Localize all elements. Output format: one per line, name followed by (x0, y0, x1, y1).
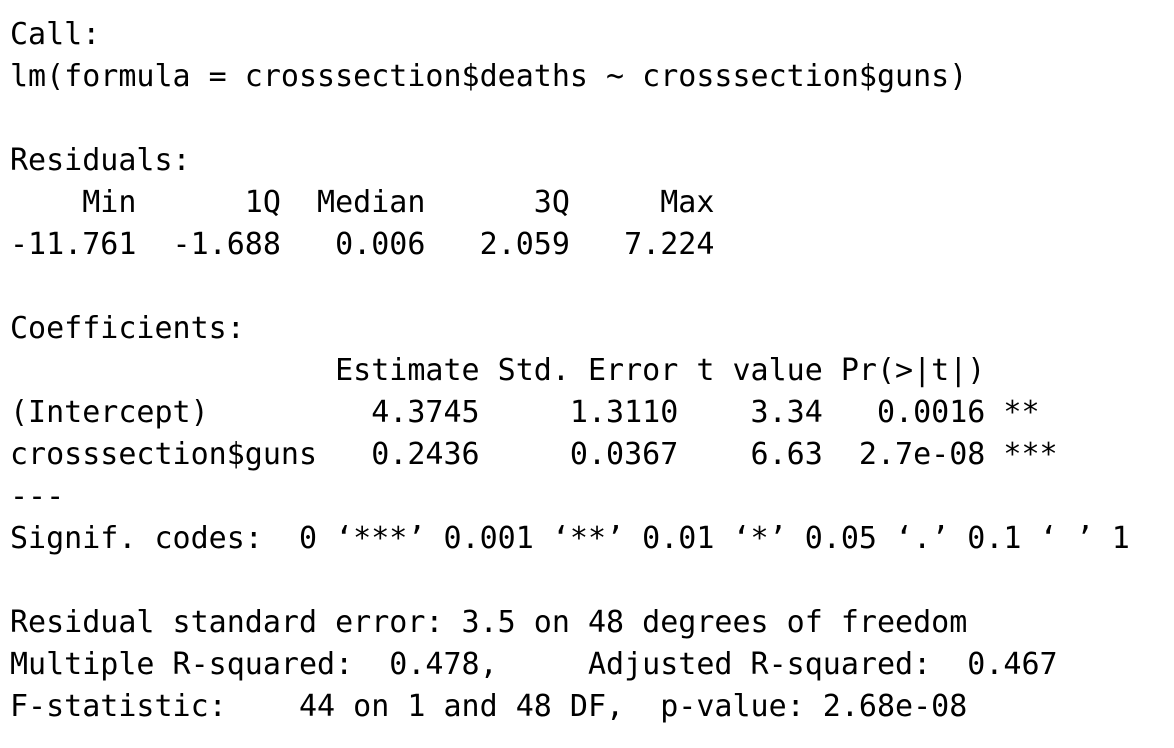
call-header: Call: (10, 17, 101, 52)
call-formula: lm(formula = crosssection$deaths ~ cross… (10, 59, 968, 94)
coef-guns-row: crosssection$guns 0.2436 0.0367 6.63 2.7… (10, 437, 1058, 472)
separator-line: --- (10, 479, 65, 514)
coefficients-header: Coefficients: (10, 311, 245, 346)
coef-column-header-row: Estimate Std. Error t value Pr(>|t|) (10, 353, 1058, 388)
r-squared-line: Multiple R-squared: 0.478, Adjusted R-sq… (10, 647, 1076, 682)
residual-std-error-line: Residual standard error: 3.5 on 48 degre… (10, 605, 968, 640)
residuals-values-row: -11.761 -1.688 0.006 2.059 7.224 (10, 227, 733, 262)
residuals-labels-row: Min 1Q Median 3Q Max (10, 185, 733, 220)
residuals-header: Residuals: (10, 143, 191, 178)
f-statistic-line: F-statistic: 44 on 1 and 48 DF, p-value:… (10, 689, 968, 724)
r-console-output: Call: lm(formula = crosssection$deaths ~ … (10, 14, 1130, 728)
coef-intercept-row: (Intercept) 4.3745 1.3110 3.34 0.0016 ** (10, 395, 1058, 430)
signif-codes-line: Signif. codes: 0 ‘***’ 0.001 ‘**’ 0.01 ‘… (10, 521, 1130, 556)
